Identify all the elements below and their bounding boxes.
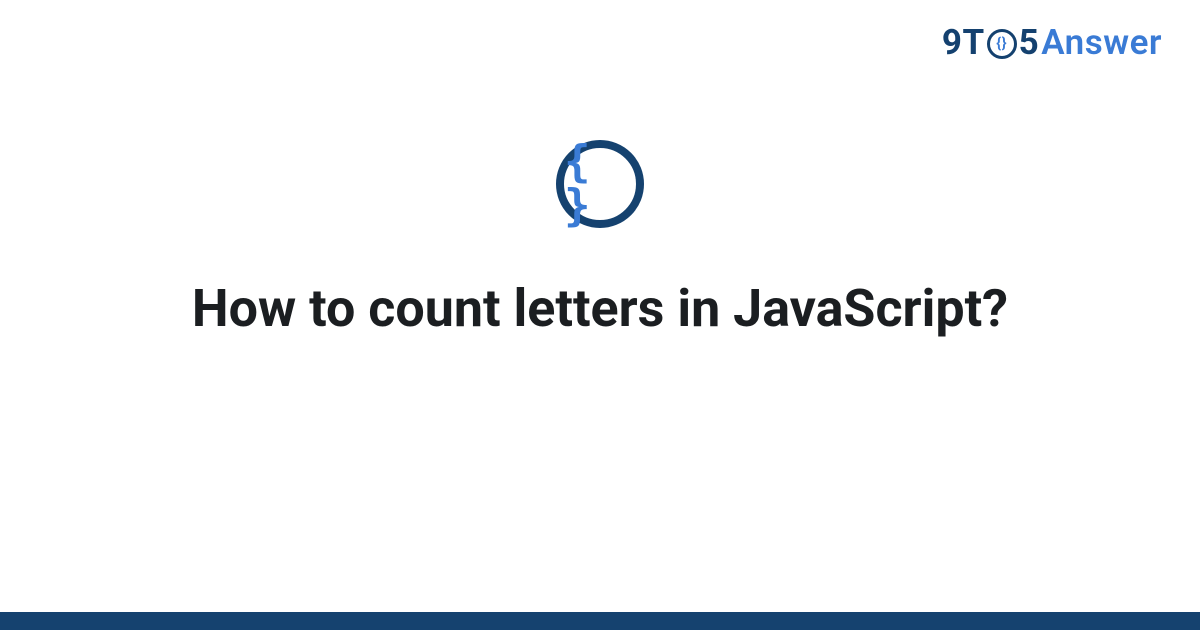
topic-badge: { } [556, 140, 644, 228]
code-braces-icon: { } [564, 140, 636, 228]
question-title: How to count letters in JavaScript? [192, 276, 1008, 341]
main-content: { } How to count letters in JavaScript? [0, 0, 1200, 630]
footer-bar [0, 612, 1200, 630]
